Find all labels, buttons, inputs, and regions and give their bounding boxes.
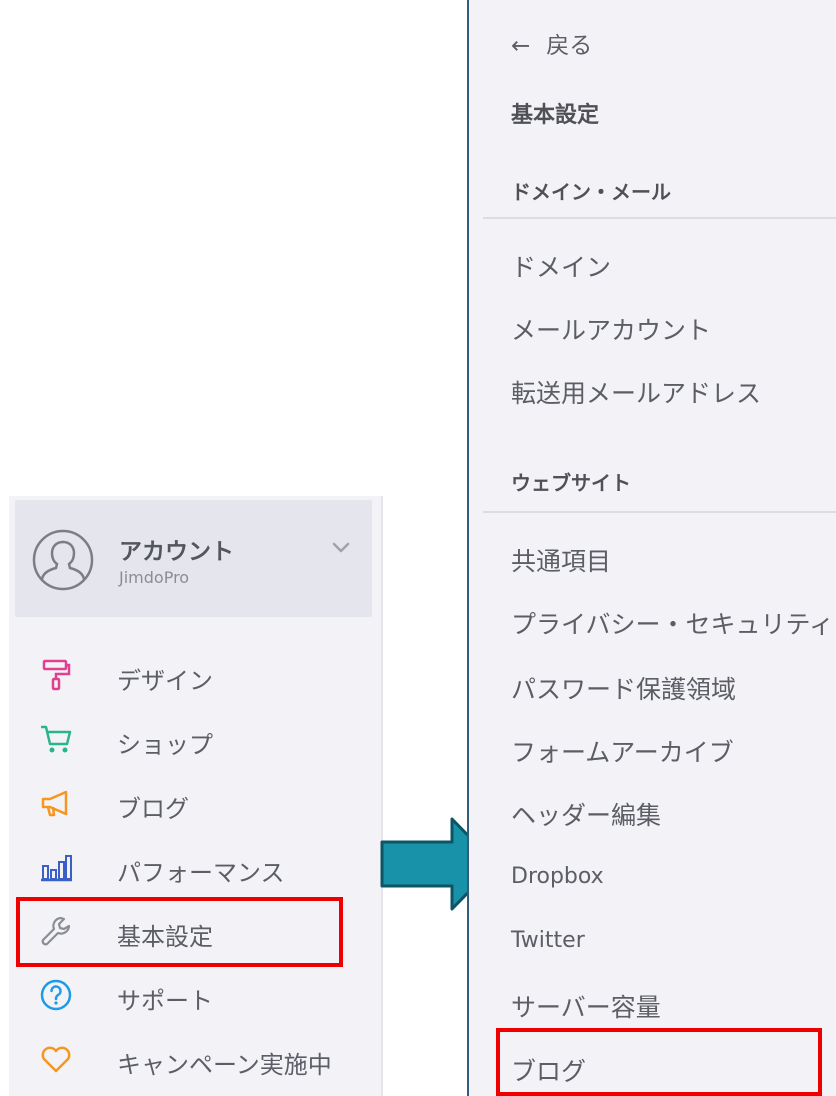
menu-item-twitter[interactable]: Twitter — [511, 928, 585, 953]
sidebar-item-design[interactable]: デザイン — [9, 650, 379, 700]
back-button[interactable]: ← 戻る — [511, 26, 592, 60]
sidebar-item-label: ショップ — [117, 731, 213, 759]
cart-icon — [41, 725, 72, 753]
back-label: 戻る — [546, 33, 593, 59]
settings-panel: ← 戻る 基本設定 ドメイン・メール ドメイン メールアカウント 転送用メールアド… — [467, 0, 836, 1096]
sidebar-item-performance[interactable]: パフォーマンス — [9, 842, 379, 892]
menu-item-common[interactable]: 共通項目 — [511, 542, 611, 578]
megaphone-icon — [41, 790, 68, 817]
menu-item-header-edit[interactable]: ヘッダー編集 — [511, 796, 661, 832]
chevron-down-icon[interactable] — [330, 536, 352, 558]
sidebar-item-label: パフォーマンス — [117, 859, 285, 887]
heart-icon — [41, 1046, 71, 1073]
section-heading-domain-mail: ドメイン・メール — [511, 180, 671, 204]
menu-item-mail-account[interactable]: メールアカウント — [511, 311, 711, 347]
account-name: アカウント — [119, 539, 234, 565]
highlight-box-basic-settings — [16, 897, 343, 967]
sidebar-item-label: サポート — [117, 987, 213, 1015]
sidebar-item-campaign[interactable]: キャンペーン実施中 — [9, 1034, 379, 1084]
sidebar-item-label: デザイン — [117, 667, 213, 695]
sidebar-item-shop[interactable]: ショップ — [9, 714, 379, 764]
sidebar-item-support[interactable]: サポート — [9, 970, 379, 1020]
sidebar-item-label: キャンペーン実施中 — [117, 1051, 332, 1079]
section-heading-website: ウェブサイト — [511, 471, 631, 495]
menu-item-forwarding-address[interactable]: 転送用メールアドレス — [511, 374, 761, 410]
divider — [483, 217, 836, 219]
menu-item-domain[interactable]: ドメイン — [511, 248, 611, 284]
menu-item-privacy-security[interactable]: プライバシー・セキュリティ — [511, 605, 834, 641]
account-switcher[interactable]: アカウント JimdoPro — [15, 500, 372, 617]
account-plan: JimdoPro — [119, 568, 190, 587]
menu-item-dropbox[interactable]: Dropbox — [511, 864, 604, 889]
divider — [483, 511, 836, 513]
page-title: 基本設定 — [511, 103, 600, 128]
paint-roller-icon — [42, 659, 71, 691]
back-arrow-icon: ← — [511, 33, 531, 59]
user-avatar-icon — [32, 529, 94, 591]
menu-item-form-archive[interactable]: フォームアーカイブ — [511, 733, 734, 769]
highlight-box-blog — [496, 1028, 822, 1096]
menu-item-server-capacity[interactable]: サーバー容量 — [511, 988, 661, 1024]
menu-item-password-protected-area[interactable]: パスワード保護領域 — [511, 670, 736, 706]
sidebar-item-blog[interactable]: ブログ — [9, 778, 379, 828]
sidebar-menu: アカウント JimdoPro デザイン ショップ ブログ パフォーマンス 基本設… — [9, 496, 383, 1096]
question-circle-icon — [40, 979, 72, 1011]
sidebar-item-label: ブログ — [117, 795, 189, 823]
bar-chart-icon — [41, 855, 72, 882]
